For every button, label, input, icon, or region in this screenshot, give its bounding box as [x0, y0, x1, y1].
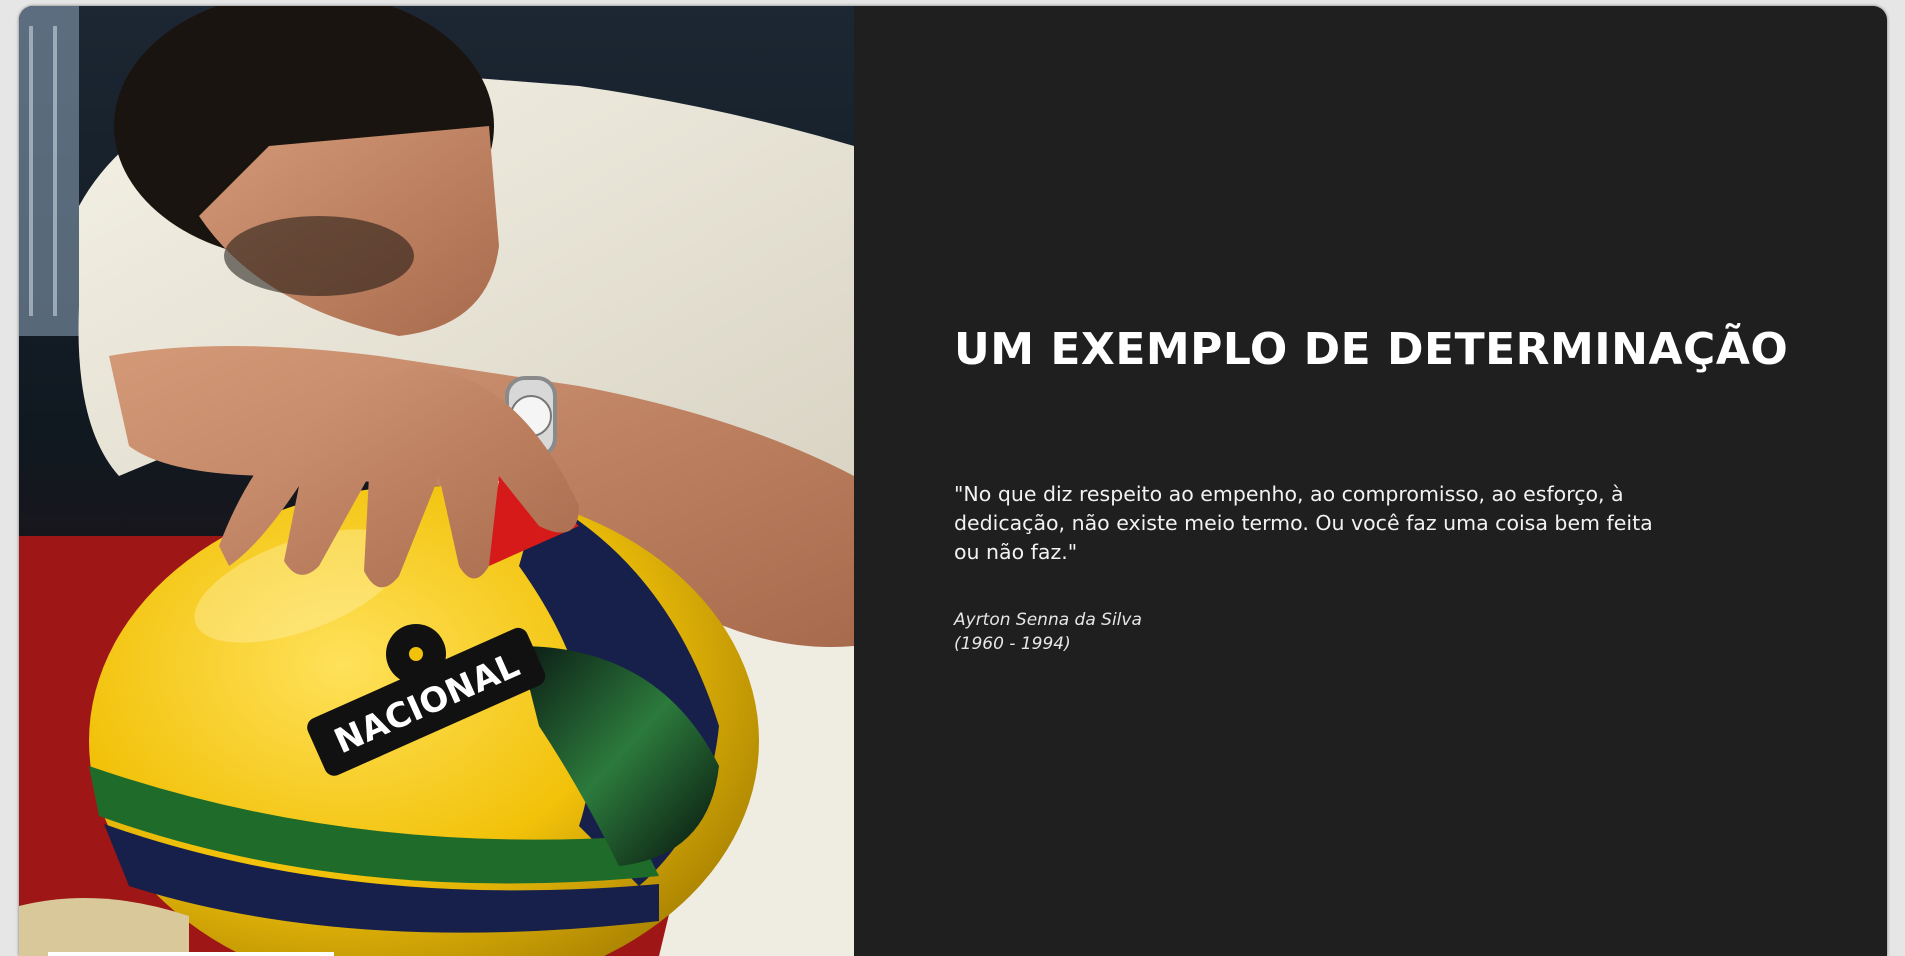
hero-card: NACIONAL UM EXEMPLO DE DETERMINAÇÃO "No …	[19, 6, 1887, 956]
driver-with-helmet-photo: NACIONAL	[19, 6, 854, 956]
quote-text: "No que diz respeito ao empenho, ao comp…	[954, 482, 1653, 564]
section-title: UM EXEMPLO DE DETERMINAÇÃO	[954, 324, 1789, 375]
horizontal-scrollbar-thumb[interactable]	[48, 952, 334, 956]
author-name: Ayrton Senna da Silva	[954, 610, 1142, 630]
author-years: (1960 - 1994)	[954, 634, 1071, 654]
quote-author: Ayrton Senna da Silva (1960 - 1994)	[954, 608, 1142, 656]
quote-section: UM EXEMPLO DE DETERMINAÇÃO "No que diz r…	[954, 6, 1788, 956]
